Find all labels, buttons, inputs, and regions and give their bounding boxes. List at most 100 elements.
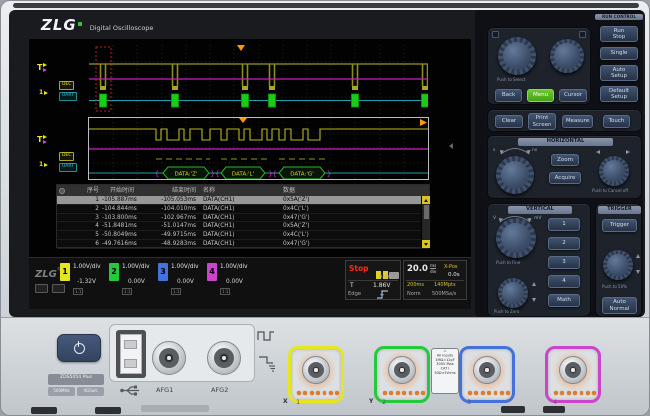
usb-port[interactable] — [116, 330, 146, 378]
scroll-up-button[interactable] — [422, 196, 430, 204]
timebase-unit: msdiv — [430, 263, 436, 274]
vpos-knob-hint: Push to Zero — [494, 310, 519, 314]
square-wave-icon — [257, 328, 275, 344]
decode-badge-main[interactable]: DEC — [59, 81, 74, 90]
vertical-position-knob[interactable] — [498, 278, 528, 308]
usb-icon — [119, 384, 143, 397]
multipurpose-knob-a[interactable] — [498, 37, 536, 75]
single-button[interactable]: Single — [600, 47, 638, 60]
save-screenshot-icon[interactable] — [35, 284, 48, 293]
timebase-value: 20.0 — [407, 264, 428, 274]
uart-badge-main[interactable]: UART — [59, 92, 77, 101]
scroll-left-icon[interactable] — [449, 143, 453, 149]
table-row[interactable]: 3-103.800ms-102.967msDATA(CH1)0x47('G') — [57, 214, 429, 223]
afg1-bnc-connector[interactable] — [152, 341, 186, 375]
channel-number-badge[interactable]: 3 — [158, 263, 168, 281]
channel-2-bnc[interactable] — [388, 356, 416, 384]
zlg-logo: ZLG — [41, 16, 77, 34]
channel-offset: 0.00V — [177, 279, 194, 285]
trigger-button[interactable]: Trigger — [602, 219, 637, 232]
horizontal-section: HORIZONTAL s ns Zoom Acquire Push to Can… — [487, 135, 642, 199]
frame-bracket-sep2: }{ — [268, 170, 277, 178]
logo-green-dot — [78, 22, 82, 26]
scroll-down-button[interactable] — [422, 240, 430, 248]
channel-2-button[interactable]: 2 — [548, 237, 580, 250]
vpos-down-arrow-icon — [532, 298, 536, 302]
touch-button[interactable]: Touch — [603, 115, 630, 128]
trigger-level-knob[interactable] — [603, 250, 633, 280]
channel1-marker-main: 1 — [39, 90, 48, 96]
uart-badge-zoom[interactable]: UART — [59, 163, 77, 172]
back-button[interactable]: Back — [495, 89, 522, 102]
connector-contacts — [383, 391, 425, 395]
measure-button[interactable]: Measure — [562, 115, 593, 128]
trig-down-arrow-icon — [636, 270, 640, 274]
decode-bubble-3: DATA:'G' — [290, 172, 314, 178]
table-row[interactable]: 5-50.8049ms-49.9715msDATA(CH1)0x4C('L') — [57, 231, 429, 240]
auto-setup-button[interactable]: AutoSetup — [600, 65, 638, 81]
table-row[interactable]: 1-105.887ms-105.053msDATA(CH1)0x5A('Z') — [57, 196, 429, 205]
header-col-name: 名称 — [199, 185, 279, 196]
channel-3-bnc[interactable] — [473, 356, 501, 384]
knob-b-indicator — [579, 31, 586, 38]
header-col-end: 结束时间 — [137, 185, 199, 196]
channel-3-input[interactable] — [459, 346, 515, 403]
table-row[interactable]: 6-49.7616ms-48.9283msDATA(CH1)0x47('G') — [57, 240, 429, 249]
multipurpose-knob-b[interactable] — [550, 39, 584, 73]
channel-2-input[interactable] — [374, 346, 430, 403]
probe-ratio: 1:1 — [171, 288, 181, 295]
samplerate-badge: 4GSa/s — [77, 387, 104, 396]
main-waveform-svg — [89, 45, 428, 114]
zoom-button[interactable]: Zoom — [551, 154, 579, 166]
math-button[interactable]: Math — [548, 294, 580, 307]
channel-4-bnc[interactable] — [559, 356, 587, 384]
zoom-waveform-svg: DATA:'Z' DATA:'L' DATA:'G' { }{ }{ } — [89, 118, 428, 179]
timebase-knob[interactable] — [496, 156, 534, 194]
ground-icon — [257, 354, 275, 372]
scrollbar-thumb[interactable] — [424, 205, 429, 219]
cursor-button[interactable]: Cursor — [559, 89, 587, 102]
vertical-scale-knob[interactable] — [496, 218, 536, 258]
knob-a-indicator — [492, 31, 499, 38]
table-row[interactable]: 2-104.844ms-104.010msDATA(CH1)0x4C('L') — [57, 205, 429, 214]
default-setup-button[interactable]: DefaultSetup — [600, 86, 638, 102]
run-stop-button[interactable]: RunStop — [600, 26, 638, 42]
channel-status-2[interactable]: 2 1.00V/div 0.00V 1:1 — [109, 261, 156, 299]
model-label: ZDS5054 Plus — [48, 374, 104, 385]
hpos-left-arrow-icon — [596, 150, 600, 154]
menu-button[interactable]: Menu — [527, 89, 554, 102]
channel-4-input[interactable] — [545, 346, 601, 403]
channel-number-badge[interactable]: 4 — [207, 263, 217, 281]
channel-1-input[interactable] — [288, 346, 344, 403]
timebase-box[interactable]: 20.0 msdiv X-Pos 0.0s 200ms 140Mpts Norm… — [403, 260, 467, 300]
channel-1-bnc[interactable] — [302, 356, 330, 384]
horizontal-position-knob[interactable] — [599, 156, 629, 186]
channel-1-button[interactable]: 1 — [548, 218, 580, 231]
afg2-bnc-connector[interactable] — [207, 341, 241, 375]
decode-event-table[interactable]: 序号 开始时间 结束时间 名称 数据 1-105.887ms-105.053ms… — [56, 184, 430, 248]
clear-button[interactable]: Clear — [495, 115, 523, 128]
channel-3-button[interactable]: 3 — [548, 256, 580, 269]
channel-status-4[interactable]: 4 1.00V/div 0.00V 1:1 — [207, 261, 254, 299]
channel-number-badge[interactable]: 2 — [109, 263, 119, 281]
connector-contacts — [297, 391, 339, 395]
channel-status-3[interactable]: 3 1.00V/div 0.00V 1:1 — [158, 261, 205, 299]
print-screen-button[interactable]: PrintScreen — [528, 113, 556, 130]
run-trigger-box[interactable]: Stop Auto T Edge 1.86V — [345, 260, 401, 300]
channel-scale: 1.00V/div — [171, 264, 199, 270]
knob-hint: Push to Select — [497, 78, 525, 82]
table-row[interactable]: 4-51.8481ms-51.0147msDATA(CH1)0x5A('Z') — [57, 222, 429, 231]
channel-4-button[interactable]: 4 — [548, 275, 580, 288]
channel-scale: 1.00V/div — [220, 264, 248, 270]
decode-badge-zoom[interactable]: DEC — [59, 152, 74, 161]
power-button[interactable] — [57, 334, 101, 362]
acquire-button[interactable]: Acquire — [549, 172, 581, 184]
table-scrollbar[interactable] — [421, 196, 429, 248]
channel-status-1[interactable]: 1 1.00V/div -1.32V 1:1 — [60, 261, 107, 299]
device-foot — [501, 406, 525, 413]
channel-number-badge[interactable]: 1 — [60, 263, 70, 281]
auto-normal-button[interactable]: AutoNormal — [602, 297, 637, 314]
channel-1-label: 1 — [296, 398, 300, 406]
run-control-section: RUN CONTROL RunStop Single AutoSetup Def… — [595, 14, 643, 106]
display-screen[interactable]: T DEC 1 UART — [29, 39, 471, 309]
